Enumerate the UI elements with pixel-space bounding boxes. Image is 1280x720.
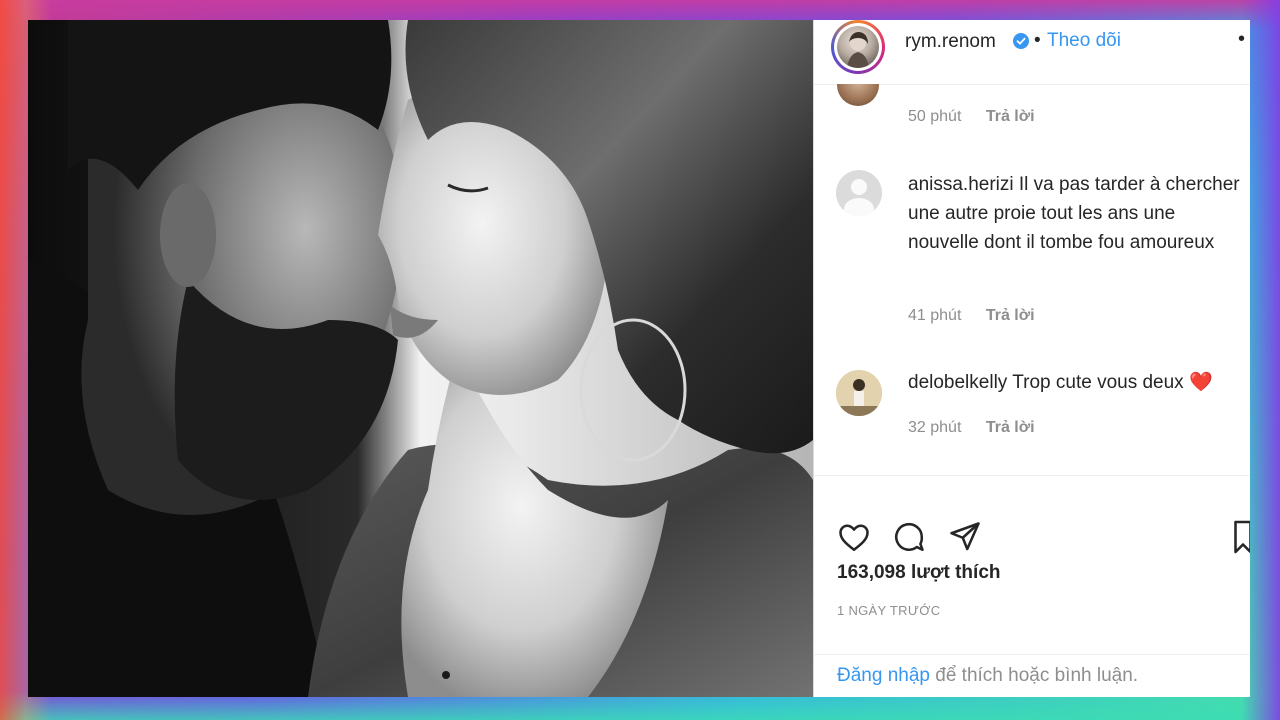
comment-avatar-default[interactable] [836, 170, 882, 216]
follow-button[interactable]: Theo dõi [1047, 30, 1121, 52]
post-actions: 163,098 lượt thích 1 NGÀY TRƯỚC Đăng nhậ… [814, 475, 1250, 697]
reply-button[interactable]: Trả lời [986, 108, 1035, 125]
comment-bubble-icon[interactable] [891, 519, 927, 555]
likes-count[interactable]: 163,098 lượt thích [837, 562, 1001, 584]
black-and-white-kiss-photo [28, 20, 813, 697]
comment-meta: 41 phút Trả lời [908, 307, 1055, 325]
paper-plane-icon[interactable] [947, 519, 983, 555]
header-separator: • [1034, 30, 1041, 51]
comment-meta: 32 phút Trả lời [908, 419, 1055, 437]
instagram-post-card: rym.renom • Theo dõi • 50 phút Trả lời a… [28, 20, 1250, 697]
reply-button[interactable]: Trả lời [986, 419, 1035, 436]
post-date: 1 NGÀY TRƯỚC [837, 603, 941, 618]
comment-time: 32 phút [908, 419, 962, 436]
bookmark-icon[interactable] [1232, 519, 1250, 555]
heart-outline-icon[interactable] [836, 519, 872, 555]
reply-button[interactable]: Trả lời [986, 307, 1035, 324]
comment-time: 50 phút [908, 108, 962, 125]
post-header: rym.renom • Theo dõi • [814, 20, 1250, 85]
comment-avatar-partial[interactable] [837, 84, 879, 106]
comment-meta: 50 phút Trả lời [908, 108, 1055, 126]
author-username[interactable]: rym.renom [905, 31, 996, 53]
comment-body: delobelkelly Trop cute vous deux ❤️ [908, 368, 1243, 397]
verified-badge-icon [1013, 33, 1029, 49]
comment-username[interactable]: delobelkelly [908, 372, 1007, 393]
red-heart-emoji-icon: ❤️ [1188, 372, 1213, 393]
post-side-panel: rym.renom • Theo dõi • 50 phút Trả lời a… [813, 20, 1250, 697]
login-link[interactable]: Đăng nhập [837, 665, 930, 686]
comment-time: 41 phút [908, 307, 962, 324]
author-avatar-story-ring[interactable] [831, 20, 885, 74]
login-prompt-text: để thích hoặc bình luận. [929, 665, 1139, 686]
comment-avatar-photo[interactable] [836, 370, 882, 416]
post-photo[interactable] [28, 20, 813, 697]
more-options-icon[interactable]: • [1238, 28, 1245, 51]
author-avatar [837, 26, 879, 68]
comment-text: Trop cute vous deux [1012, 372, 1184, 393]
comment-username[interactable]: anissa.herizi [908, 174, 1014, 195]
login-prompt: Đăng nhập để thích hoặc bình luận. [814, 654, 1250, 697]
comment-body: anissa.herizi Il va pas tarder à cherche… [908, 170, 1243, 257]
